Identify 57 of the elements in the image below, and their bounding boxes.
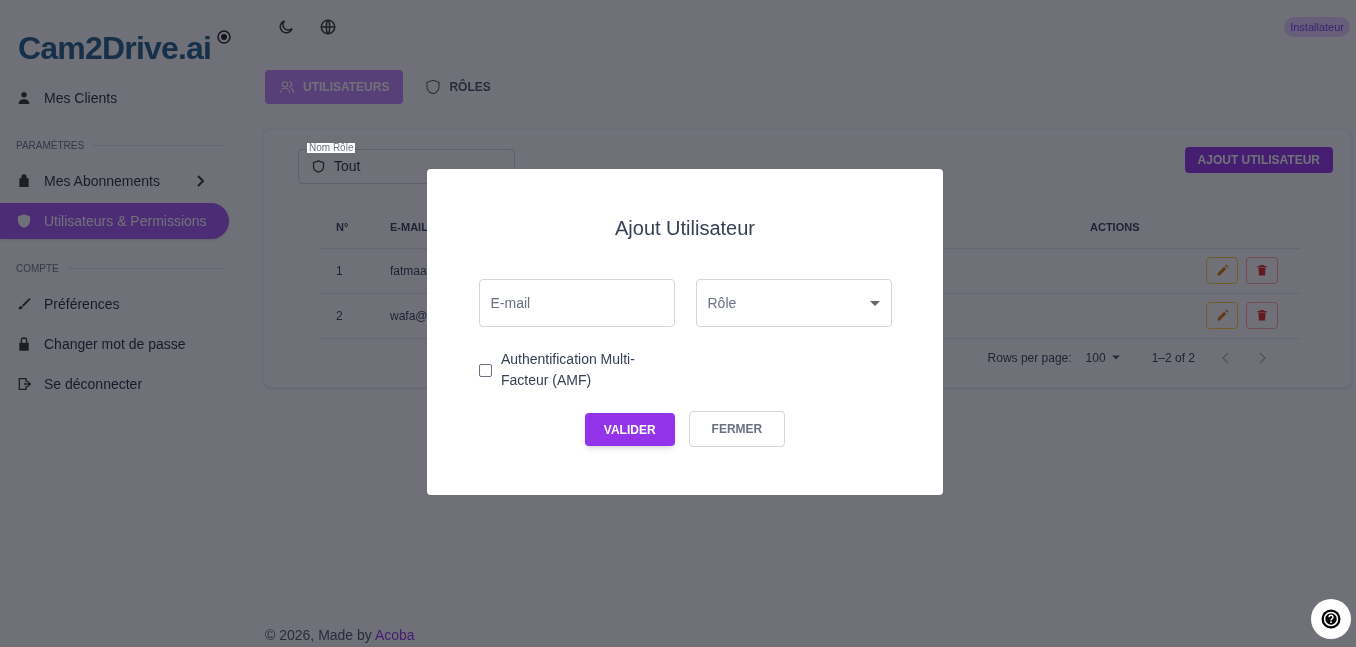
next-page-icon[interactable] [1257,351,1267,364]
help-button[interactable] [1311,599,1351,639]
sidebar-item[interactable]: Mes Clients [0,80,229,116]
footer-link[interactable]: Acoba [374,627,415,643]
section-heading: PARAMÉTRES [16,138,85,153]
mfa-label: Authentification Multi-Facteur (AMF) [501,350,636,390]
sidebar-item[interactable]: Mes Abonnements [0,163,229,199]
globe-icon[interactable] [319,18,337,36]
rows-per-page-select[interactable]: 100 [1085,348,1120,367]
previous-page-icon[interactable] [1221,351,1231,364]
help-icon [1321,609,1341,629]
caret-icon [1111,355,1120,360]
shield-icon [16,213,32,229]
role-badge: Installateur [1284,16,1350,38]
edit-button[interactable] [1206,302,1238,329]
rows-per-page-label: Rows per page: [987,349,1072,367]
moon-icon[interactable] [277,18,295,36]
table-cell: wafa@ [390,308,428,323]
pencil-icon [1215,264,1229,277]
record-icon [217,30,232,44]
logo[interactable]: Cam2Drive.ai [18,32,212,64]
table-cell: 2 [336,308,343,323]
logout-icon [16,376,32,392]
column-header: E-MAIL [390,220,428,233]
table-cell: 1 [336,263,343,278]
delete-button[interactable] [1246,257,1278,284]
dialog-title: Ajout Utilisateur [614,216,756,241]
users-icon [279,79,295,95]
mfa-checkbox[interactable] [479,363,492,377]
edit-button[interactable] [1206,257,1238,284]
shield-icon [311,159,326,174]
pencil-icon [1215,309,1229,322]
delete-button[interactable] [1246,302,1278,329]
column-header: N° [336,220,349,233]
trash-icon [1256,264,1268,277]
tab[interactable]: RÔLES [411,70,505,104]
table-cell: fatmaa [390,263,427,278]
caret-icon [869,300,880,306]
brush-icon [16,296,32,312]
bag-icon [16,173,32,189]
page-range: 1–2 of 2 [1151,349,1195,367]
close-button[interactable]: FERMER [688,411,786,447]
column-header: ACTIONS [1090,220,1140,233]
validate-button[interactable]: VALIDER [584,413,675,446]
trash-icon [1256,309,1268,322]
filter-label: Nom Rôle [307,143,356,153]
lock-icon [16,336,32,352]
sidebar-item[interactable]: Changer mot de passe [0,326,229,362]
add-user-button[interactable]: AJOUT UTILISATEUR [1184,147,1333,173]
shield-icon [425,79,442,95]
sidebar-item[interactable]: Utilisateurs & Permissions [0,203,229,239]
person-icon [16,90,32,106]
section-heading: COMPTE [16,262,59,276]
role-select[interactable]: Rôle [695,279,892,327]
sidebar-item[interactable]: Se déconnecter [0,366,229,402]
sidebar-item[interactable]: Préférences [0,286,229,322]
email-field[interactable]: E-mail [478,279,675,327]
